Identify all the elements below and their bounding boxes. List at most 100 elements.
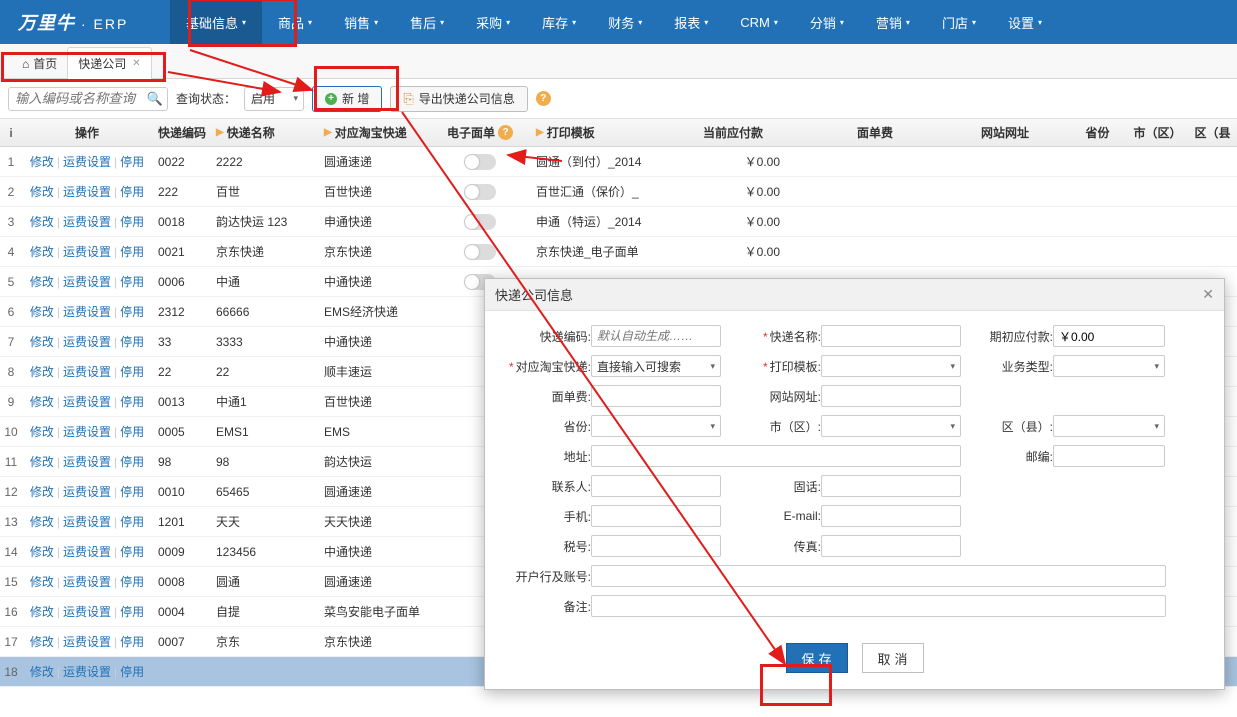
op-fee[interactable]: 运费设置 xyxy=(63,303,111,320)
nav-item[interactable]: 商品▾ xyxy=(262,0,328,44)
nav-item[interactable]: 售后▾ xyxy=(394,0,460,44)
th-tb[interactable]: ▶对应淘宝快递 xyxy=(318,124,430,141)
op-stop[interactable]: 停用 xyxy=(120,273,144,290)
search-input[interactable] xyxy=(8,87,168,111)
op-fee[interactable]: 运费设置 xyxy=(63,393,111,410)
op-fee[interactable]: 运费设置 xyxy=(63,273,111,290)
op-fee[interactable]: 运费设置 xyxy=(63,363,111,380)
table-row[interactable]: 4修改|运费设置|停用0021京东快递京东快递京东快递_电子面单￥0.00 xyxy=(0,237,1237,267)
input-initpay[interactable] xyxy=(1053,325,1165,347)
op-edit[interactable]: 修改 xyxy=(30,453,54,470)
close-icon[interactable]: ✕ xyxy=(132,58,140,69)
nav-item[interactable]: 基础信息▾ xyxy=(170,0,262,44)
nav-item[interactable]: 门店▾ xyxy=(926,0,992,44)
op-fee[interactable]: 运费设置 xyxy=(63,153,111,170)
input-zip[interactable] xyxy=(1053,445,1165,467)
cancel-button[interactable]: 取消 xyxy=(862,643,924,673)
nav-item[interactable]: 库存▾ xyxy=(526,0,592,44)
input-sheet[interactable] xyxy=(591,385,721,407)
table-row[interactable]: 3修改|运费设置|停用0018韵达快运 123申通快递申通（特运）_2014￥0… xyxy=(0,207,1237,237)
op-stop[interactable]: 停用 xyxy=(120,393,144,410)
op-stop[interactable]: 停用 xyxy=(120,603,144,620)
op-fee[interactable]: 运费设置 xyxy=(63,513,111,530)
op-edit[interactable]: 修改 xyxy=(30,363,54,380)
nav-item[interactable]: 设置▾ xyxy=(992,0,1058,44)
op-edit[interactable]: 修改 xyxy=(30,483,54,500)
op-stop[interactable]: 停用 xyxy=(120,333,144,350)
th-prov[interactable]: 省份 xyxy=(1070,124,1125,141)
op-fee[interactable]: 运费设置 xyxy=(63,633,111,650)
help-icon[interactable]: ? xyxy=(498,125,513,140)
op-fee[interactable]: 运费设置 xyxy=(63,573,111,590)
ed-toggle[interactable] xyxy=(464,244,496,260)
input-bank[interactable] xyxy=(591,565,1166,587)
op-edit[interactable]: 修改 xyxy=(30,273,54,290)
op-stop[interactable]: 停用 xyxy=(120,363,144,380)
op-edit[interactable]: 修改 xyxy=(30,633,54,650)
op-fee[interactable]: 运费设置 xyxy=(63,423,111,440)
op-fee[interactable]: 运费设置 xyxy=(63,453,111,470)
th-pay[interactable]: 当前应付款 xyxy=(680,124,810,141)
op-stop[interactable]: 停用 xyxy=(120,183,144,200)
search-icon[interactable]: 🔍 xyxy=(147,91,163,107)
help-icon[interactable]: ? xyxy=(536,91,551,106)
input-code[interactable] xyxy=(591,325,721,347)
th-sheet[interactable]: 面单费 xyxy=(810,124,940,141)
op-stop[interactable]: 停用 xyxy=(120,663,144,680)
op-fee[interactable]: 运费设置 xyxy=(63,603,111,620)
input-tel[interactable] xyxy=(821,475,961,497)
nav-item[interactable]: 营销▾ xyxy=(860,0,926,44)
input-addr[interactable] xyxy=(591,445,961,467)
op-edit[interactable]: 修改 xyxy=(30,303,54,320)
op-edit[interactable]: 修改 xyxy=(30,663,54,680)
home-tab[interactable]: ⌂ 首页 xyxy=(12,49,67,78)
op-edit[interactable]: 修改 xyxy=(30,393,54,410)
save-button[interactable]: 保存 xyxy=(786,643,848,673)
th-county[interactable]: 区（县 xyxy=(1190,124,1235,141)
op-stop[interactable]: 停用 xyxy=(120,573,144,590)
op-edit[interactable]: 修改 xyxy=(30,573,54,590)
op-edit[interactable]: 修改 xyxy=(30,513,54,530)
close-icon[interactable]: ✕ xyxy=(1202,286,1214,303)
select-tmpl[interactable] xyxy=(821,355,961,377)
op-edit[interactable]: 修改 xyxy=(30,213,54,230)
export-button[interactable]: ⎘ 导出快递公司信息 xyxy=(390,86,527,112)
select-prov[interactable] xyxy=(591,415,721,437)
op-edit[interactable]: 修改 xyxy=(30,183,54,200)
th-code[interactable]: 快递编码 xyxy=(152,124,210,141)
ed-toggle[interactable] xyxy=(464,184,496,200)
op-fee[interactable]: 运费设置 xyxy=(63,183,111,200)
select-city[interactable] xyxy=(821,415,961,437)
op-edit[interactable]: 修改 xyxy=(30,243,54,260)
th-url[interactable]: 网站网址 xyxy=(940,124,1070,141)
input-contact[interactable] xyxy=(591,475,721,497)
nav-item[interactable]: 报表▾ xyxy=(658,0,724,44)
input-tax[interactable] xyxy=(591,535,721,557)
op-stop[interactable]: 停用 xyxy=(120,543,144,560)
input-email[interactable] xyxy=(821,505,961,527)
tab-current[interactable]: 快递公司 ✕ xyxy=(67,47,151,79)
op-stop[interactable]: 停用 xyxy=(120,153,144,170)
th-name[interactable]: ▶快递名称 xyxy=(210,124,318,141)
ed-toggle[interactable] xyxy=(464,214,496,230)
nav-item[interactable]: 采购▾ xyxy=(460,0,526,44)
ed-toggle[interactable] xyxy=(464,154,496,170)
th-ed[interactable]: 电子面单? xyxy=(430,124,530,141)
op-fee[interactable]: 运费设置 xyxy=(63,663,111,680)
op-edit[interactable]: 修改 xyxy=(30,153,54,170)
select-tb[interactable]: 直接输入可搜索 xyxy=(591,355,721,377)
input-name[interactable] xyxy=(821,325,961,347)
nav-item[interactable]: CRM▾ xyxy=(724,0,794,44)
op-stop[interactable]: 停用 xyxy=(120,303,144,320)
table-row[interactable]: 2修改|运费设置|停用222百世百世快递百世汇通（保价）_￥0.00 xyxy=(0,177,1237,207)
op-edit[interactable]: 修改 xyxy=(30,603,54,620)
op-fee[interactable]: 运费设置 xyxy=(63,483,111,500)
table-row[interactable]: 1修改|运费设置|停用00222222圆通速递圆通（到付）_2014￥0.00 xyxy=(0,147,1237,177)
add-button[interactable]: + 新 增 xyxy=(312,86,382,112)
op-stop[interactable]: 停用 xyxy=(120,633,144,650)
input-fax[interactable] xyxy=(821,535,961,557)
nav-item[interactable]: 分销▾ xyxy=(794,0,860,44)
op-fee[interactable]: 运费设置 xyxy=(63,243,111,260)
th-op[interactable]: 操作 xyxy=(22,124,152,141)
th-city[interactable]: 市（区） xyxy=(1125,124,1190,141)
